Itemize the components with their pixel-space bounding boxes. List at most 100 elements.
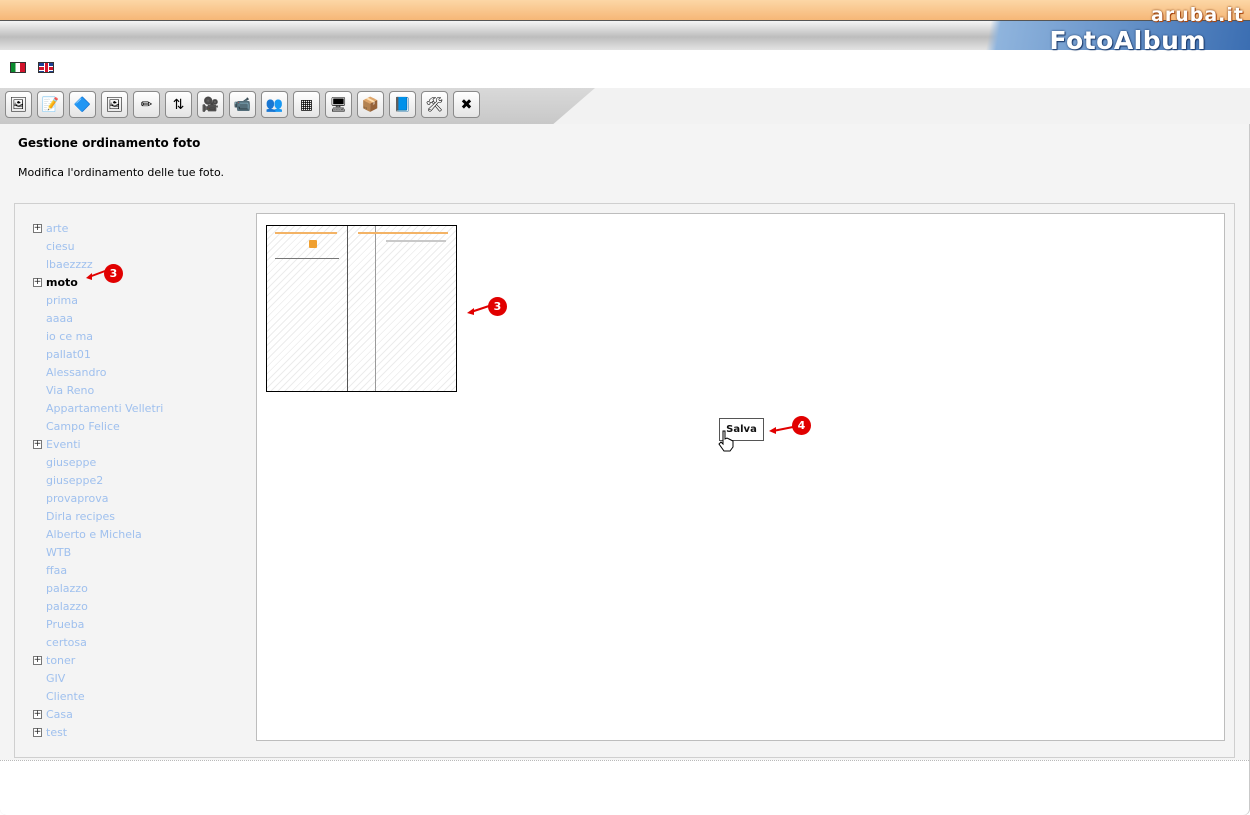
toolbar-button-album[interactable]: 🖼 [5,91,32,118]
add-photo-icon: 🖼 [105,96,124,113]
step-badge: 3 [488,297,507,316]
package-icon: 📦 [361,96,380,113]
toolbar-button-edit-video[interactable]: 📹 [229,91,256,118]
toolbar-button-edit-album[interactable]: 📝 [37,91,64,118]
expand-icon[interactable]: + [33,709,42,719]
album-tree: + arte ciesu lbaezzzz + moto prima aaaa io ce ma… [33,219,243,741]
tree-item[interactable]: giuseppe [33,453,243,471]
tree-item[interactable]: Appartamenti Velletri [33,399,243,417]
tree-item[interactable]: prima [33,291,243,309]
tree-item-label[interactable]: aaaa [46,312,73,325]
tree-item-label[interactable]: ciesu [46,240,75,253]
tree-item-label[interactable]: Via Reno [46,384,94,397]
step-badge: 4 [792,416,811,435]
tree-item[interactable]: Alessandro [33,363,243,381]
hand-cursor-icon [718,430,734,452]
tree-item-label[interactable]: Appartamenti Velletri [46,402,163,415]
toolbar-button-grid-edit[interactable]: ▦ [293,91,320,118]
tree-item[interactable]: Prueba [33,615,243,633]
toolbar-button-delete[interactable]: ✖ [453,91,480,118]
toolbar-button-tag[interactable]: 🔷 [69,91,96,118]
tree-item-label[interactable]: Alessandro [46,366,107,379]
expand-icon[interactable]: + [33,223,42,233]
tree-item[interactable]: palazzo [33,597,243,615]
tree-item-label[interactable]: Dirla recipes [46,510,115,523]
italian-flag-icon[interactable] [10,62,26,73]
toolbar-button-tools[interactable]: 🛠 [421,91,448,118]
toolbar-button-share[interactable]: 👥 [261,91,288,118]
tree-item[interactable]: + toner [33,651,243,669]
tree-item-label[interactable]: toner [46,654,75,667]
tree-item-label[interactable]: io ce ma [46,330,93,343]
tree-item[interactable]: lbaezzzz [33,255,243,273]
tree-item-label[interactable]: GIV [46,672,65,685]
toolbar-button-edit-photo[interactable]: ✏ [133,91,160,118]
toolbar-button-package[interactable]: 📦 [357,91,384,118]
tree-item[interactable]: palazzo [33,579,243,597]
tree-item[interactable]: + Eventi [33,435,243,453]
tree-item-label[interactable]: Alberto e Michela [46,528,142,541]
callout-tree: 3 [84,264,123,283]
tree-item-label[interactable]: giuseppe2 [46,474,103,487]
expand-icon[interactable]: + [33,727,42,737]
tree-item[interactable]: Alberto e Michela [33,525,243,543]
tree-item[interactable]: + moto [33,273,243,291]
page-title: Gestione ordinamento foto [18,136,201,150]
tree-item[interactable]: WTB [33,543,243,561]
tree-item[interactable]: provaprova [33,489,243,507]
expand-icon[interactable]: + [33,655,42,665]
tree-item[interactable]: pallat01 [33,345,243,363]
tree-item-label[interactable]: test [46,726,67,739]
monitor-icon: 🖥 [329,96,348,113]
tree-item-label[interactable]: giuseppe [46,456,96,469]
expand-icon[interactable]: + [33,439,42,449]
tree-item-label[interactable]: certosa [46,636,87,649]
tree-item-label[interactable]: WTB [46,546,71,559]
tree-item[interactable]: aaaa [33,309,243,327]
expand-icon[interactable]: + [33,277,42,287]
photo-thumbnail[interactable] [266,225,457,392]
tree-item[interactable]: Via Reno [33,381,243,399]
tree-item[interactable]: certosa [33,633,243,651]
tree-item[interactable]: Dirla recipes [33,507,243,525]
thumbnail-right-pane [348,226,456,391]
tree-item[interactable]: GIV [33,669,243,687]
tree-item[interactable]: ciesu [33,237,243,255]
tree-item[interactable]: io ce ma [33,327,243,345]
tree-item-label[interactable]: moto [46,276,78,289]
album-icon: 🖼 [9,96,28,113]
tree-item-label[interactable]: palazzo [46,582,88,595]
tree-item[interactable]: + test [33,723,243,741]
tree-item-label[interactable]: pallat01 [46,348,91,361]
callout-save: 4 [768,416,811,435]
tree-item[interactable]: ffaa [33,561,243,579]
tree-item[interactable]: Campo Felice [33,417,243,435]
toolbar-button-sort[interactable]: ⇅ [165,91,192,118]
sort-icon: ⇅ [172,96,185,113]
tree-item[interactable]: + Casa [33,705,243,723]
tree-item-label[interactable]: arte [46,222,68,235]
english-flag-icon[interactable] [38,62,54,73]
tree-item-label[interactable]: Campo Felice [46,420,120,433]
callout-thumbnail: 3 [466,297,507,316]
tree-item-label[interactable]: Eventi [46,438,81,451]
tree-item-label[interactable]: Casa [46,708,73,721]
aruba-logo: aruba.it [1151,4,1244,26]
tree-item[interactable]: giuseppe2 [33,471,243,489]
toolbar-button-add-video[interactable]: 🎥 [197,91,224,118]
tools-icon: 🛠 [425,96,444,113]
tree-item[interactable]: Cliente [33,687,243,705]
tree-item-label[interactable]: Cliente [46,690,85,703]
tree-item[interactable]: + arte [33,219,243,237]
toolbar-button-add-photo[interactable]: 🖼 [101,91,128,118]
tag-icon: 🔷 [73,96,92,113]
edit-photo-icon: ✏ [140,96,153,113]
tree-item-label[interactable]: prima [46,294,78,307]
toolbar-button-help-book[interactable]: 📘 [389,91,416,118]
page-description: Modifica l'ordinamento delle tue foto. [18,166,224,179]
tree-item-label[interactable]: palazzo [46,600,88,613]
tree-item-label[interactable]: provaprova [46,492,109,505]
tree-item-label[interactable]: ffaa [46,564,67,577]
toolbar-button-monitor[interactable]: 🖥 [325,91,352,118]
tree-item-label[interactable]: Prueba [46,618,84,631]
